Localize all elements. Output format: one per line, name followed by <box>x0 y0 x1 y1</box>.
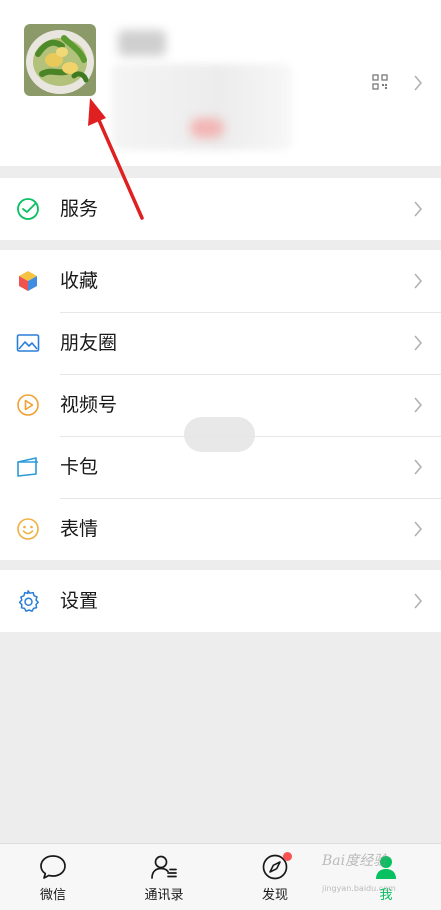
annotation-arrow <box>88 98 144 220</box>
card-wallet-icon <box>17 457 38 477</box>
menu-row-stickers[interactable]: 表情 <box>0 498 441 560</box>
watermark: Bai度经验 jingyan.baidu.com <box>322 850 432 900</box>
chevron-right-icon <box>414 397 423 413</box>
notification-dot <box>283 852 292 861</box>
tab-label: 发现 <box>261 888 288 903</box>
menu-row-moments[interactable]: 朋友圈 <box>0 312 441 374</box>
menu-label-moments: 朋友圈 <box>60 332 118 354</box>
menu-label-stickers: 表情 <box>60 518 99 540</box>
menu-label-channels: 视频号 <box>60 394 118 416</box>
watermark-url: jingyan.baidu.com <box>322 884 396 893</box>
tab-chats[interactable]: 微信 <box>8 844 98 910</box>
tab-contacts[interactable]: 通讯录 <box>119 844 209 910</box>
favorites-icon <box>19 271 37 291</box>
tab-label: 微信 <box>39 888 66 903</box>
menu-label-cards: 卡包 <box>60 456 99 478</box>
smiley-icon <box>17 518 39 540</box>
loading-toast <box>184 417 255 452</box>
menu-row-favorites[interactable]: 收藏 <box>0 250 441 312</box>
tab-label: 通讯录 <box>144 888 184 903</box>
tab-discover[interactable]: 发现 <box>230 844 320 910</box>
chevron-right-icon <box>414 273 423 289</box>
contacts-icon <box>151 855 177 879</box>
chevron-right-icon <box>414 335 423 351</box>
channels-icon <box>17 394 39 416</box>
chevron-right-icon <box>414 593 423 609</box>
chevron-right-icon <box>414 521 423 537</box>
menu-label-settings: 设置 <box>60 590 99 612</box>
watermark-title: Bai度经验 <box>322 853 388 869</box>
chevron-right-icon <box>414 459 423 475</box>
menu-row-settings[interactable]: 设置 <box>0 570 441 632</box>
gear-icon <box>18 590 39 612</box>
moments-icon <box>16 334 40 352</box>
settings-section: 设置 <box>0 570 441 632</box>
features-section: 收藏 朋友圈 视频号 卡包 表情 <box>0 250 441 560</box>
chat-icon <box>40 855 66 879</box>
menu-label-favorites: 收藏 <box>60 270 99 292</box>
